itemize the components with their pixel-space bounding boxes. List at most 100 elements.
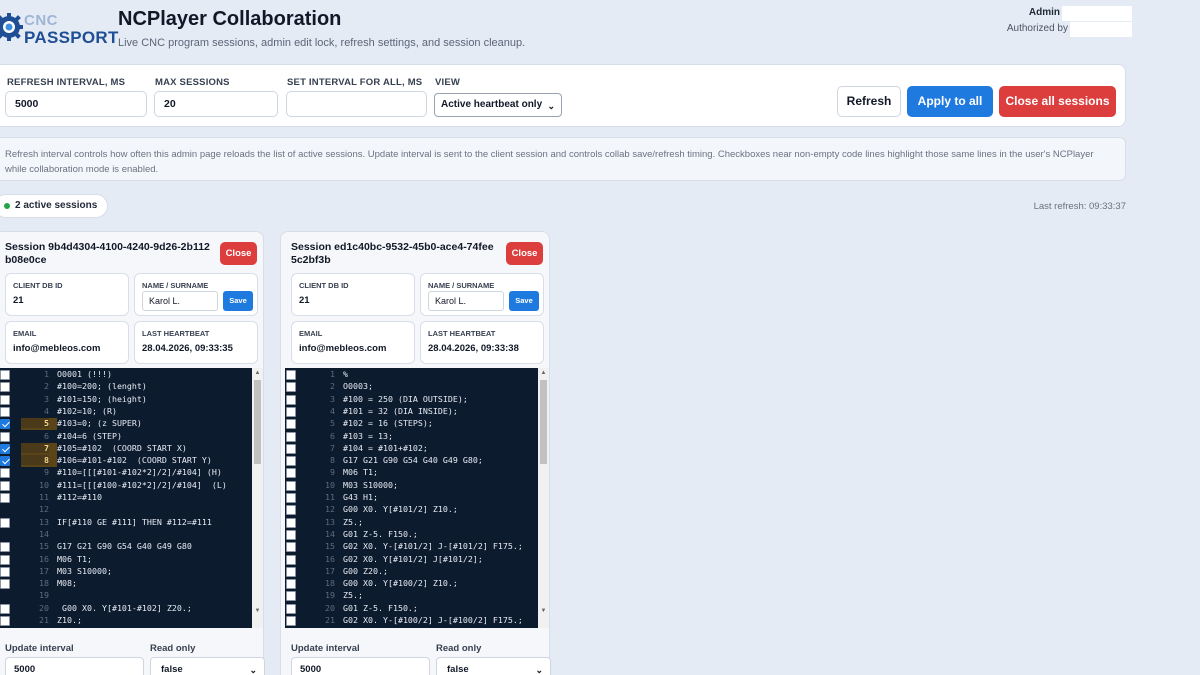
line-highlight-checkbox[interactable]: [0, 566, 10, 577]
line-code: #105=#102 (COORD START X): [57, 442, 187, 453]
line-highlight-checkbox[interactable]: [0, 370, 10, 380]
editor-scrollbar[interactable]: ▲ ▼: [538, 368, 549, 628]
user-info: Admin Authorized by: [1007, 5, 1132, 37]
apply-to-all-button[interactable]: Apply to all: [907, 86, 993, 117]
read-only-select[interactable]: false ⌄: [150, 657, 265, 675]
line-code: M03 S10000;: [343, 479, 398, 490]
editor-scrollbar[interactable]: ▲ ▼: [252, 368, 263, 628]
line-highlight-checkbox[interactable]: [286, 579, 296, 590]
line-highlight-checkbox[interactable]: [286, 529, 296, 540]
code-line: 13 Z5.;: [285, 517, 537, 529]
resize-handle-icon[interactable]: [538, 617, 549, 628]
scroll-up-icon[interactable]: ▲: [252, 368, 263, 378]
line-highlight-checkbox[interactable]: [0, 468, 10, 479]
code-editor[interactable]: 21 Z10.; 20 G00 X0. Y[#101-#102] Z20.; 19 18…: [0, 368, 263, 628]
line-highlight-checkbox[interactable]: [0, 616, 10, 626]
line-highlight-checkbox[interactable]: [0, 493, 10, 503]
max-sessions-input[interactable]: 20: [154, 91, 278, 117]
close-session-button[interactable]: Close: [506, 242, 543, 265]
line-number: 7: [21, 442, 49, 453]
line-highlight-checkbox[interactable]: [0, 554, 10, 565]
email-field: EMAIL info@mebleos.com: [291, 321, 415, 364]
line-highlight-checkbox[interactable]: [0, 443, 10, 454]
line-number: 20: [39, 602, 49, 613]
line-highlight-checkbox[interactable]: [286, 554, 296, 565]
line-highlight-checkbox[interactable]: [0, 382, 10, 393]
line-highlight-checkbox[interactable]: [286, 517, 296, 528]
line-highlight-checkbox[interactable]: [286, 406, 296, 417]
line-highlight-checkbox[interactable]: [286, 431, 296, 442]
line-highlight-checkbox[interactable]: [286, 419, 296, 430]
code-line: 6 #104=6 (STEP): [0, 431, 251, 443]
line-highlight-checkbox[interactable]: [0, 431, 10, 442]
line-highlight-checkbox[interactable]: [286, 566, 296, 577]
line-highlight-checkbox[interactable]: [286, 394, 296, 405]
line-highlight-checkbox[interactable]: [286, 493, 296, 503]
session-card: Session 9b4d4304-4100-4240-9d26-2b112b08…: [0, 231, 265, 675]
line-highlight-checkbox[interactable]: [286, 591, 296, 602]
line-code: G02 X0. Y[#101/2] J[#101/2];: [343, 553, 483, 564]
close-session-button[interactable]: Close: [220, 242, 257, 265]
code-line: 19: [0, 590, 251, 602]
refresh-interval-input[interactable]: 5000: [5, 91, 147, 117]
line-highlight-checkbox[interactable]: [286, 505, 296, 516]
code-editor[interactable]: 21 G02 X0. Y-[#100/2] J-[#100/2] F175.; 20…: [285, 368, 549, 628]
code-line: 19 Z5.;: [285, 590, 537, 602]
client-db-label: CLIENT DB ID: [299, 281, 349, 290]
line-highlight-checkbox[interactable]: [0, 542, 10, 553]
code-line: 11 #112=#110: [0, 492, 251, 504]
code-line: 16 G02 X0. Y[#101/2] J[#101/2];: [285, 554, 537, 566]
name-input[interactable]: Karol L.: [142, 291, 218, 311]
set-interval-all-input[interactable]: [286, 91, 427, 117]
scroll-down-icon[interactable]: ▼: [538, 606, 549, 616]
line-highlight-checkbox[interactable]: [286, 443, 296, 454]
update-interval-label: Update interval: [291, 643, 360, 654]
line-highlight-checkbox[interactable]: [286, 480, 296, 491]
code-line: 3 #101=150; (height): [0, 394, 251, 406]
update-interval-input[interactable]: 5000: [291, 657, 430, 675]
line-highlight-checkbox[interactable]: [286, 370, 296, 380]
cnc-passport-logo[interactable]: CNC PASSPORT: [0, 8, 118, 47]
line-highlight-checkbox[interactable]: [0, 480, 10, 491]
save-name-button[interactable]: Save: [509, 291, 539, 311]
scroll-up-icon[interactable]: ▲: [538, 368, 549, 378]
resize-handle-icon[interactable]: [252, 617, 263, 628]
line-highlight-checkbox[interactable]: [0, 517, 10, 528]
save-name-button[interactable]: Save: [223, 291, 253, 311]
code-line: 17 M03 S10000;: [0, 566, 251, 578]
update-interval-input[interactable]: 5000: [5, 657, 144, 675]
line-highlight-checkbox[interactable]: [286, 456, 296, 467]
line-number: 9: [330, 467, 335, 478]
name-input[interactable]: Karol L.: [428, 291, 504, 311]
line-code: O0003;: [343, 381, 373, 392]
read-only-label: Read only: [150, 643, 196, 654]
refresh-button[interactable]: Refresh: [837, 86, 901, 117]
line-highlight-checkbox[interactable]: [0, 406, 10, 417]
line-highlight-checkbox[interactable]: [286, 382, 296, 393]
close-all-sessions-button[interactable]: Close all sessions: [999, 86, 1116, 117]
view-select[interactable]: Active heartbeat only ⌄: [434, 93, 562, 117]
chevron-down-icon: ⌄: [547, 101, 555, 111]
scroll-down-icon[interactable]: ▼: [252, 606, 263, 616]
logo-text-passport: PASSPORT: [24, 28, 119, 47]
line-highlight-checkbox[interactable]: [286, 542, 296, 553]
line-code: G02 X0. Y-[#100/2] J-[#100/2] F175.;: [343, 615, 523, 625]
heartbeat-value: 28.04.2026, 09:33:35: [142, 343, 233, 354]
line-highlight-checkbox[interactable]: [0, 419, 10, 430]
read-only-select[interactable]: false ⌄: [436, 657, 551, 675]
controls-panel: REFRESH INTERVAL, MS 5000 MAX SESSIONS 2…: [0, 64, 1126, 127]
line-highlight-checkbox[interactable]: [0, 456, 10, 467]
chevron-down-icon: ⌄: [535, 665, 543, 675]
line-highlight-checkbox[interactable]: [0, 603, 10, 614]
line-highlight-checkbox[interactable]: [0, 394, 10, 405]
scrollbar-thumb[interactable]: [254, 380, 261, 464]
line-number: 17: [325, 565, 335, 576]
line-highlight-checkbox[interactable]: [286, 616, 296, 626]
scrollbar-thumb[interactable]: [540, 380, 547, 464]
line-code: #103 = 13;: [343, 430, 393, 441]
line-highlight-checkbox[interactable]: [286, 603, 296, 614]
line-highlight-checkbox[interactable]: [286, 468, 296, 479]
line-highlight-checkbox[interactable]: [0, 579, 10, 590]
line-number: 13: [39, 516, 49, 527]
code-line: 9 M06 T1;: [285, 467, 537, 479]
